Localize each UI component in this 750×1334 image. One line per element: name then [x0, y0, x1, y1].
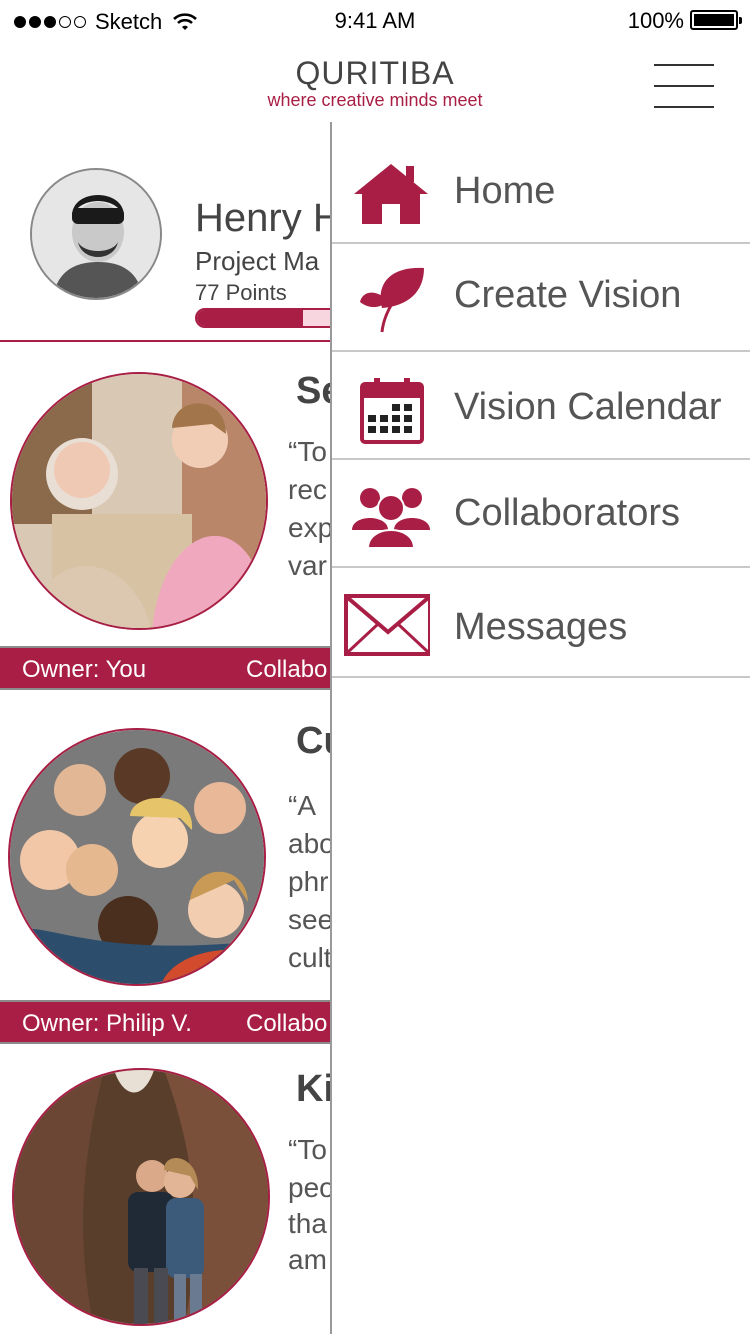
vision-quote-line: “To	[288, 436, 327, 467]
calendar-icon	[360, 378, 424, 444]
menu-label: Vision Calendar	[454, 386, 722, 428]
people-icon	[352, 488, 430, 549]
menu-item-create-vision[interactable]: Create Vision	[332, 244, 750, 352]
house-icon	[354, 164, 428, 224]
menu-item-messages[interactable]: Messages	[332, 568, 750, 678]
profile-name: Henry H	[195, 196, 342, 240]
leaf-icon	[360, 267, 424, 333]
vision-quote-line: exp	[288, 512, 334, 543]
vision-quote-line: tha	[288, 1208, 327, 1239]
vision-photo[interactable]	[10, 372, 268, 630]
menu-label: Home	[454, 170, 556, 212]
vision-quote-line: peo	[288, 1172, 335, 1203]
app-logo-name: QURITIBA	[295, 55, 455, 91]
owner-label: Owner: Philip V.	[22, 1010, 192, 1037]
profile-role: Project Ma	[195, 246, 320, 276]
menu-item-home[interactable]: Home	[332, 122, 750, 244]
avatar[interactable]	[30, 168, 162, 300]
menu-label: Collaborators	[454, 492, 680, 534]
menu-label: Create Vision	[454, 274, 682, 316]
collaborators-label[interactable]: Collabo	[246, 656, 327, 684]
vision-quote-line: “A	[288, 790, 316, 821]
battery-icon	[690, 10, 742, 30]
profile-points: 77 Points	[195, 280, 287, 305]
vision-quote-line: see	[288, 904, 334, 935]
status-bar: Sketch 9:41 AM 100%	[0, 0, 750, 40]
vision-photo[interactable]	[12, 1068, 270, 1326]
vision-quote-line: var	[288, 550, 327, 581]
vision-quote-line: “To	[288, 1134, 327, 1165]
vision-quote-line: abo	[288, 828, 335, 859]
vision-quote-line: phr	[288, 866, 329, 897]
menu-item-collaborators[interactable]: Collaborators	[332, 460, 750, 568]
menu-item-vision-calendar[interactable]: Vision Calendar	[332, 352, 750, 460]
owner-label: Owner: You	[22, 656, 147, 683]
battery-percent: 100%	[627, 8, 684, 33]
envelope-icon	[344, 594, 430, 656]
app-tagline: where creative minds meet	[267, 90, 483, 110]
vision-quote-line: cult	[288, 942, 332, 973]
vision-quote-line: am	[288, 1244, 327, 1275]
menu-label: Messages	[454, 606, 628, 648]
vision-photo[interactable]	[8, 728, 266, 986]
hamburger-icon[interactable]	[654, 64, 714, 110]
vision-title: Ki	[296, 1068, 334, 1110]
nav-drawer: Home Create Vision Vision Calendar Colla…	[330, 122, 750, 1334]
vision-quote-line: rec	[288, 474, 327, 505]
app-brand: QURITIBA where creative minds meet	[0, 56, 750, 110]
collaborators-label[interactable]: Collabo	[246, 1010, 327, 1038]
